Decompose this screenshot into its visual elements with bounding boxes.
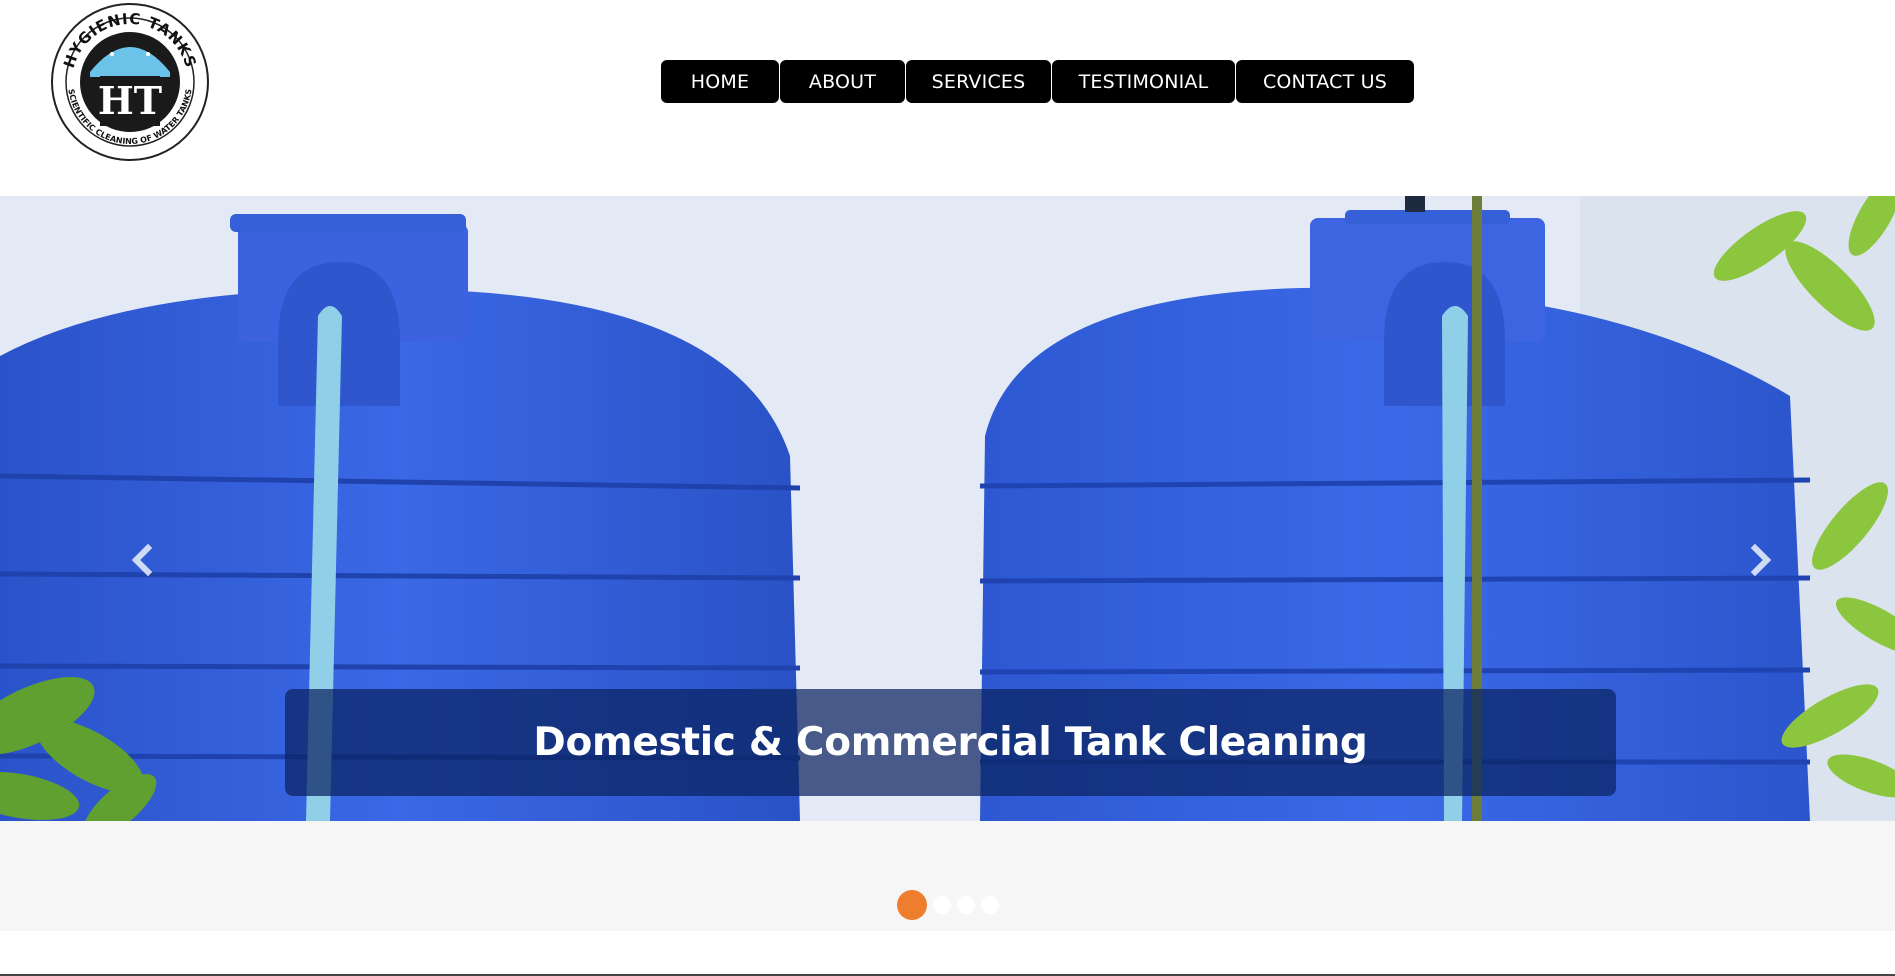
chevron-right-icon — [1750, 543, 1772, 577]
logo-monogram: HT — [98, 78, 162, 123]
slide-indicator-3[interactable] — [957, 896, 975, 914]
main-nav: HOME ABOUT SERVICES TESTIMONIAL CONTACT … — [661, 60, 1414, 103]
hygienic-tanks-logo[interactable]: HT HYGIENIC TANKS SCIENTIFIC CLEANING OF… — [50, 2, 210, 162]
slider-indicators — [897, 890, 999, 920]
slider-next-button[interactable] — [1745, 540, 1775, 580]
slide-caption: Domestic & Commercial Tank Cleaning — [285, 689, 1616, 796]
site-header: HT HYGIENIC TANKS SCIENTIFIC CLEANING OF… — [0, 0, 1895, 196]
slide-indicator-4[interactable] — [981, 896, 999, 914]
slider-prev-button[interactable] — [128, 540, 158, 580]
nav-services[interactable]: SERVICES — [906, 60, 1051, 103]
nav-about[interactable]: ABOUT — [780, 60, 905, 103]
slide-indicator-1[interactable] — [897, 890, 927, 920]
slide-caption-text: Domestic & Commercial Tank Cleaning — [533, 720, 1368, 765]
chevron-left-icon — [131, 543, 153, 577]
nav-contact-us[interactable]: CONTACT US — [1236, 60, 1414, 103]
nav-testimonial[interactable]: TESTIMONIAL — [1052, 60, 1235, 103]
nav-home[interactable]: HOME — [661, 60, 779, 103]
slide-indicator-2[interactable] — [933, 896, 951, 914]
